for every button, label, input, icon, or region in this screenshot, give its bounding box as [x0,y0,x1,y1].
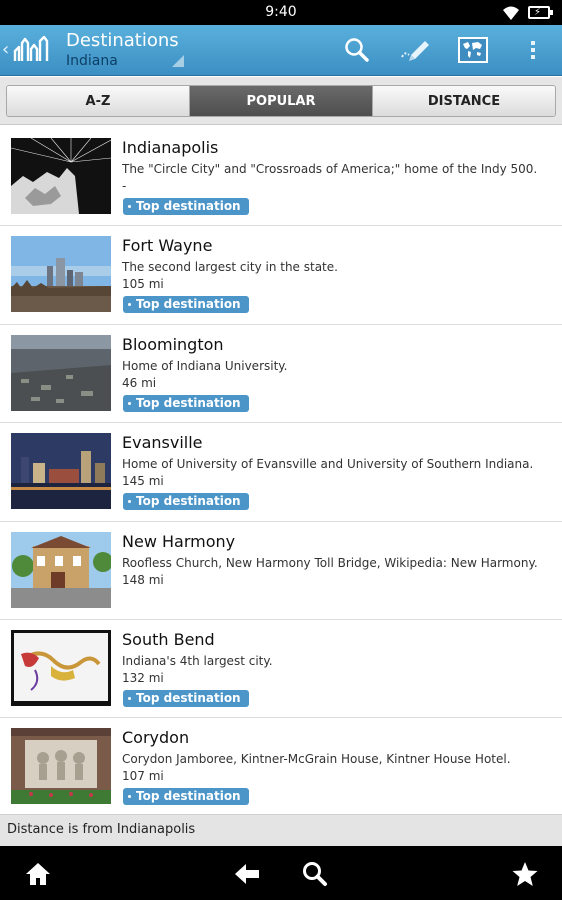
destination-distance: - [122,179,127,193]
destination-name: Indianapolis [122,138,219,157]
edit-route-button[interactable] [398,33,432,67]
tab-popular[interactable]: POPULAR [190,86,373,116]
top-destination-badge: Top destination [123,394,249,412]
thumbnail-fort-wayne [11,236,111,313]
thumbnail-evansville [11,433,111,510]
destination-distance: 145 mi [122,474,164,489]
list-item-indianapolis[interactable]: Indianapolis The "Circle City" and "Cros… [0,128,562,227]
screen: 9:40 ⚡ ‹ Destinations Indiana A-Z POPULA… [0,0,562,900]
destination-description: The "Circle City" and "Crossroads of Ame… [122,162,538,176]
list-item-south-bend[interactable]: South Bend Indiana's 4th largest city. 1… [0,620,562,719]
list-item-fort-wayne[interactable]: Fort Wayne The second largest city in th… [0,226,562,325]
top-destination-badge: Top destination [123,493,249,511]
status-time: 9:40 [265,4,297,20]
list-item-corydon[interactable]: Corydon Corydon Jamboree, Kintner-McGrai… [0,718,562,814]
status-bar: 9:40 ⚡ [0,0,562,25]
top-destination-badge: Top destination [123,689,249,707]
sort-tabs: A-Z POPULAR DISTANCE [6,85,556,117]
destination-description: Home of University of Evansville and Uni… [122,457,534,472]
overflow-menu-button[interactable] [516,33,550,67]
destination-name: Bloomington [122,334,224,354]
destination-description: The second largest city in the state. [122,260,338,275]
spinner-corner-icon [172,55,184,67]
favorites-button[interactable] [510,859,540,889]
home-button[interactable] [23,859,53,889]
top-destination-badge: Top destination [123,296,249,314]
list-item-new-harmony[interactable]: New Harmony Roofless Church, New Harmony… [0,522,562,620]
star-icon [512,862,538,886]
destination-name: Fort Wayne [122,236,213,256]
app-logo-icon[interactable] [13,35,49,65]
destination-description: Home of Indiana University. [122,358,288,373]
back-arrow-icon [235,864,259,884]
list-item-bloomington[interactable]: Bloomington Home of Indiana University. … [0,325,562,424]
pencil-icon [401,41,429,61]
region-selector[interactable]: Indiana [66,53,118,69]
distance-note: Distance is from Indianapolis [7,822,196,837]
destination-list: Indianapolis The "Circle City" and "Cros… [0,128,562,814]
action-bar: ‹ Destinations Indiana [0,25,562,76]
top-destination-badge: Top destination [123,198,249,215]
destination-distance: 46 mi [122,375,157,390]
destination-description: Indiana's 4th largest city. [122,653,273,668]
thumbnail-new-harmony [11,531,111,608]
battery-icon: ⚡ [528,6,553,19]
thumbnail-bloomington [11,334,111,411]
thumbnail-corydon [11,728,111,805]
destination-distance: 105 mi [122,277,164,292]
wifi-icon [503,6,519,20]
overflow-icon [531,38,535,62]
destination-name: New Harmony [122,531,236,551]
home-icon [26,863,50,885]
destination-name: South Bend [122,629,215,649]
destination-name: Corydon [122,728,190,748]
page-title[interactable]: Destinations [66,30,179,51]
map-button[interactable] [456,33,490,67]
top-destination-badge: Top destination [123,788,249,806]
search-button[interactable] [340,33,374,67]
search-nav-button[interactable] [300,859,330,889]
destination-distance: 107 mi [122,769,164,784]
destination-distance: 132 mi [122,670,164,685]
tab-bar: A-Z POPULAR DISTANCE [0,77,562,125]
destination-description: Roofless Church, New Harmony Toll Bridge… [122,555,538,570]
destination-distance: 148 mi [122,572,164,587]
search-icon [303,862,327,886]
destination-description: Corydon Jamboree, Kintner-McGrain House,… [122,752,511,767]
tab-a-z[interactable]: A-Z [7,86,190,116]
tab-distance[interactable]: DISTANCE [373,86,555,116]
thumbnail-indianapolis [11,138,111,214]
system-nav-bar [0,846,562,900]
thumbnail-south-bend [11,629,111,706]
search-icon [345,38,369,62]
destination-name: Evansville [122,433,203,453]
list-item-evansville[interactable]: Evansville Home of University of Evansvi… [0,423,562,522]
back-button[interactable] [232,859,262,889]
world-map-icon [458,37,488,63]
back-chevron-icon[interactable]: ‹ [2,40,12,60]
distance-note-bar: Distance is from Indianapolis [0,814,562,846]
